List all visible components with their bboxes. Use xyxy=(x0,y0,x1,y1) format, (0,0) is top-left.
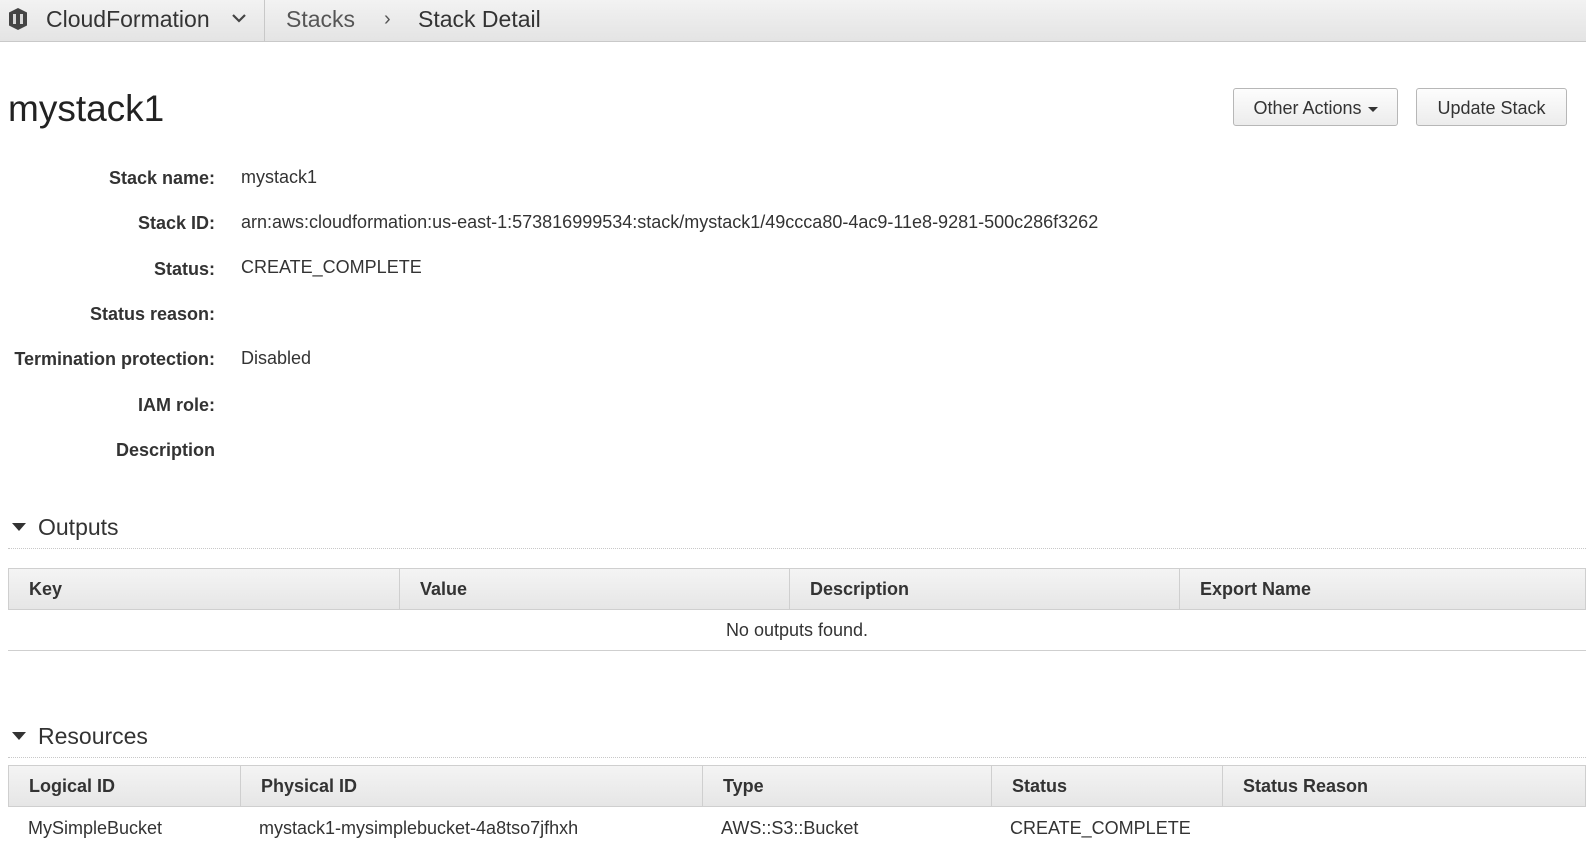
column-header-key[interactable]: Key xyxy=(9,569,400,609)
cloudformation-logo-icon[interactable] xyxy=(7,7,29,31)
termination-protection-value: Disabled xyxy=(241,348,312,368)
physical-id-cell: mystack1-mysimplebucket-4a8tso7jfhxh xyxy=(259,818,579,838)
type-cell: AWS::S3::Bucket xyxy=(721,818,859,838)
nav-divider xyxy=(264,0,265,41)
outputs-divider xyxy=(8,548,1586,550)
update-stack-button[interactable]: Update Stack xyxy=(1416,88,1567,126)
logical-id-cell: MySimpleBucket xyxy=(28,818,163,838)
status-value: CREATE_COMPLETE xyxy=(241,257,422,277)
column-header-value[interactable]: Value xyxy=(400,569,790,609)
stack-name-label: Stack name: xyxy=(108,168,215,188)
stack-id-label: Stack ID: xyxy=(137,213,215,233)
status-label: Status: xyxy=(153,259,215,279)
outputs-empty-message: No outputs found. xyxy=(8,610,1586,651)
resources-table-header: Logical ID Physical ID Type Status Statu… xyxy=(8,765,1586,807)
triangle-down-icon xyxy=(12,731,26,740)
other-actions-button[interactable]: Other Actions xyxy=(1233,88,1398,126)
breadcrumb-separator: › xyxy=(384,8,391,30)
description-label: Description xyxy=(115,440,215,460)
top-nav-bar: CloudFormation Stacks › Stack Detail xyxy=(0,0,1586,42)
column-header-type[interactable]: Type xyxy=(703,766,992,806)
column-header-status[interactable]: Status xyxy=(992,766,1223,806)
breadcrumb-stack-detail: Stack Detail xyxy=(418,6,541,32)
termination-protection-label: Termination protection: xyxy=(14,349,215,369)
column-header-description[interactable]: Description xyxy=(790,569,1180,609)
triangle-down-icon xyxy=(12,522,26,531)
column-header-physical-id[interactable]: Physical ID xyxy=(241,766,703,806)
outputs-table-header: Key Value Description Export Name xyxy=(8,568,1586,610)
page-title: mystack1 xyxy=(8,88,165,129)
service-name[interactable]: CloudFormation xyxy=(46,6,210,33)
stack-id-value: arn:aws:cloudformation:us-east-1:5738169… xyxy=(241,212,1099,232)
column-header-status-reason[interactable]: Status Reason xyxy=(1223,766,1585,806)
column-header-logical-id[interactable]: Logical ID xyxy=(9,766,241,806)
chevron-down-icon[interactable] xyxy=(231,12,247,24)
resources-divider xyxy=(8,757,1586,759)
dropdown-caret-icon xyxy=(1367,106,1378,112)
other-actions-label: Other Actions xyxy=(1253,98,1362,118)
resources-section-toggle[interactable]: Resources xyxy=(12,723,148,750)
status-reason-label: Status reason: xyxy=(89,304,215,324)
iam-role-label: IAM role: xyxy=(137,395,215,415)
column-header-export-name[interactable]: Export Name xyxy=(1180,569,1585,609)
outputs-section-title: Outputs xyxy=(38,514,119,540)
status-cell: CREATE_COMPLETE xyxy=(1010,818,1191,838)
outputs-section-toggle[interactable]: Outputs xyxy=(12,514,119,541)
stack-name-value: mystack1 xyxy=(241,167,318,187)
breadcrumb-stacks[interactable]: Stacks xyxy=(286,6,355,33)
resources-section-title: Resources xyxy=(38,723,148,749)
